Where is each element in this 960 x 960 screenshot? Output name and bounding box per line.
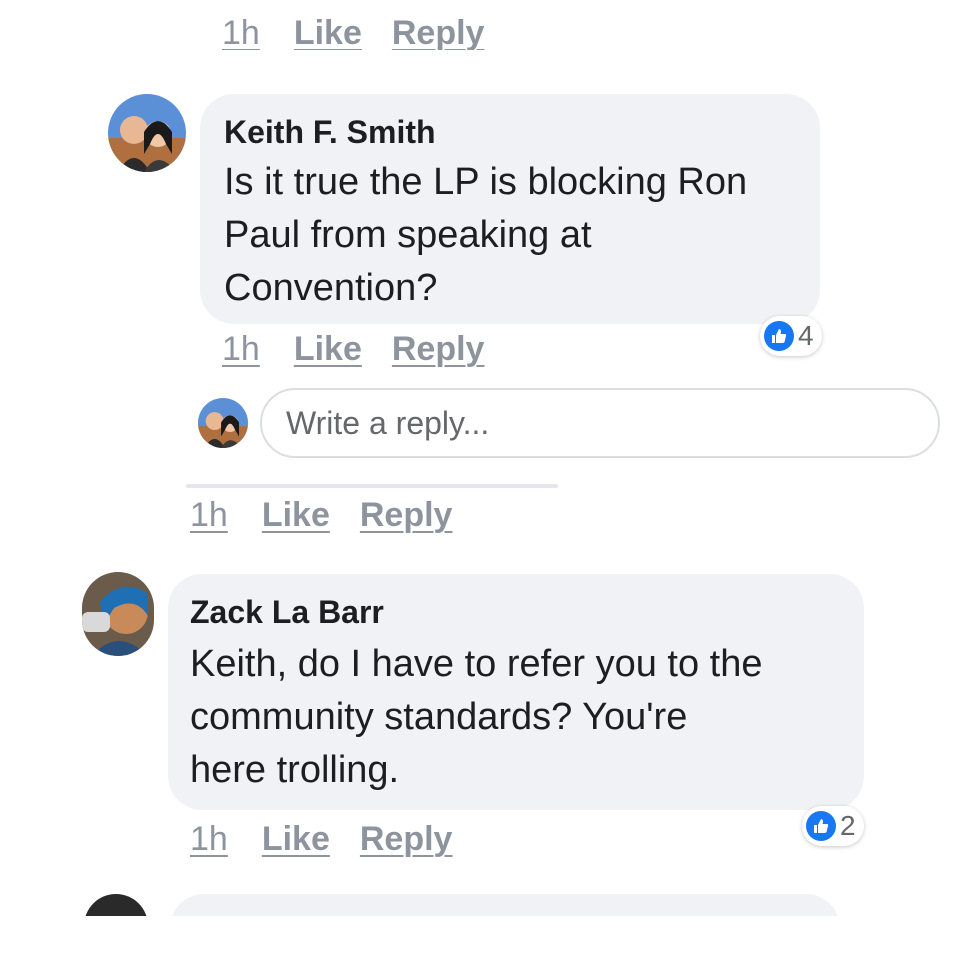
avatar-photo-icon — [108, 94, 186, 172]
next-comment-clipped — [0, 880, 960, 916]
comment-line: community standards? You're — [190, 696, 688, 738]
reply-placeholder: Write a reply... — [286, 404, 490, 441]
reply-button[interactable]: Reply — [392, 14, 485, 50]
my-avatar — [198, 398, 248, 448]
reaction-badge[interactable]: 4 — [760, 316, 822, 356]
comment-actions: 1h Like Reply — [222, 330, 514, 369]
reply-button[interactable]: Reply — [360, 820, 453, 859]
avatar-keith[interactable] — [108, 94, 186, 172]
thumbs-up-icon — [806, 811, 836, 841]
reply-button[interactable]: Reply — [360, 496, 453, 535]
reaction-count: 2 — [840, 810, 856, 841]
comment-actions: 1h Like Reply — [190, 820, 482, 859]
comment-body: Is it true the LP is blocking Ron Paul f… — [224, 156, 747, 315]
reaction-count: 4 — [798, 320, 814, 351]
divider — [186, 484, 558, 488]
comment-line: here trolling. — [190, 749, 400, 791]
thumbs-up-icon — [764, 321, 794, 351]
avatar-zack[interactable] — [82, 572, 154, 656]
reply-input[interactable]: Write a reply... — [260, 388, 940, 458]
comment-bubble-next — [170, 894, 840, 916]
timestamp[interactable]: 1h — [190, 820, 228, 859]
timestamp[interactable]: 1h — [222, 330, 260, 369]
parent-comment-actions: 1h Like Reply — [190, 496, 482, 535]
comment-author[interactable]: Keith F. Smith — [224, 114, 436, 151]
avatar-photo-icon — [82, 572, 154, 656]
comment-line: Keith, do I have to refer you to the — [190, 643, 763, 685]
timestamp[interactable]: 1h — [222, 14, 260, 50]
comment-body: Keith, do I have to refer you to the com… — [190, 638, 762, 797]
comment-line: Paul from speaking at — [224, 214, 592, 256]
avatar-next[interactable] — [84, 894, 148, 916]
timestamp[interactable]: 1h — [190, 496, 228, 535]
comment-line: Is it true the LP is blocking Ron — [224, 161, 748, 203]
comment-line: Convention? — [224, 267, 438, 309]
like-button[interactable]: Like — [262, 496, 330, 535]
like-button[interactable]: Like — [294, 330, 362, 369]
comment-author[interactable]: Zack La Barr — [190, 594, 384, 631]
like-button[interactable]: Like — [262, 820, 330, 859]
comment-actions: 1h Like Reply — [222, 14, 514, 50]
reaction-badge[interactable]: 2 — [802, 806, 864, 846]
like-button[interactable]: Like — [294, 14, 362, 50]
reply-button[interactable]: Reply — [392, 330, 485, 369]
clipped-top-actions: 1h Like Reply — [0, 0, 960, 50]
avatar-photo-icon — [198, 398, 248, 448]
